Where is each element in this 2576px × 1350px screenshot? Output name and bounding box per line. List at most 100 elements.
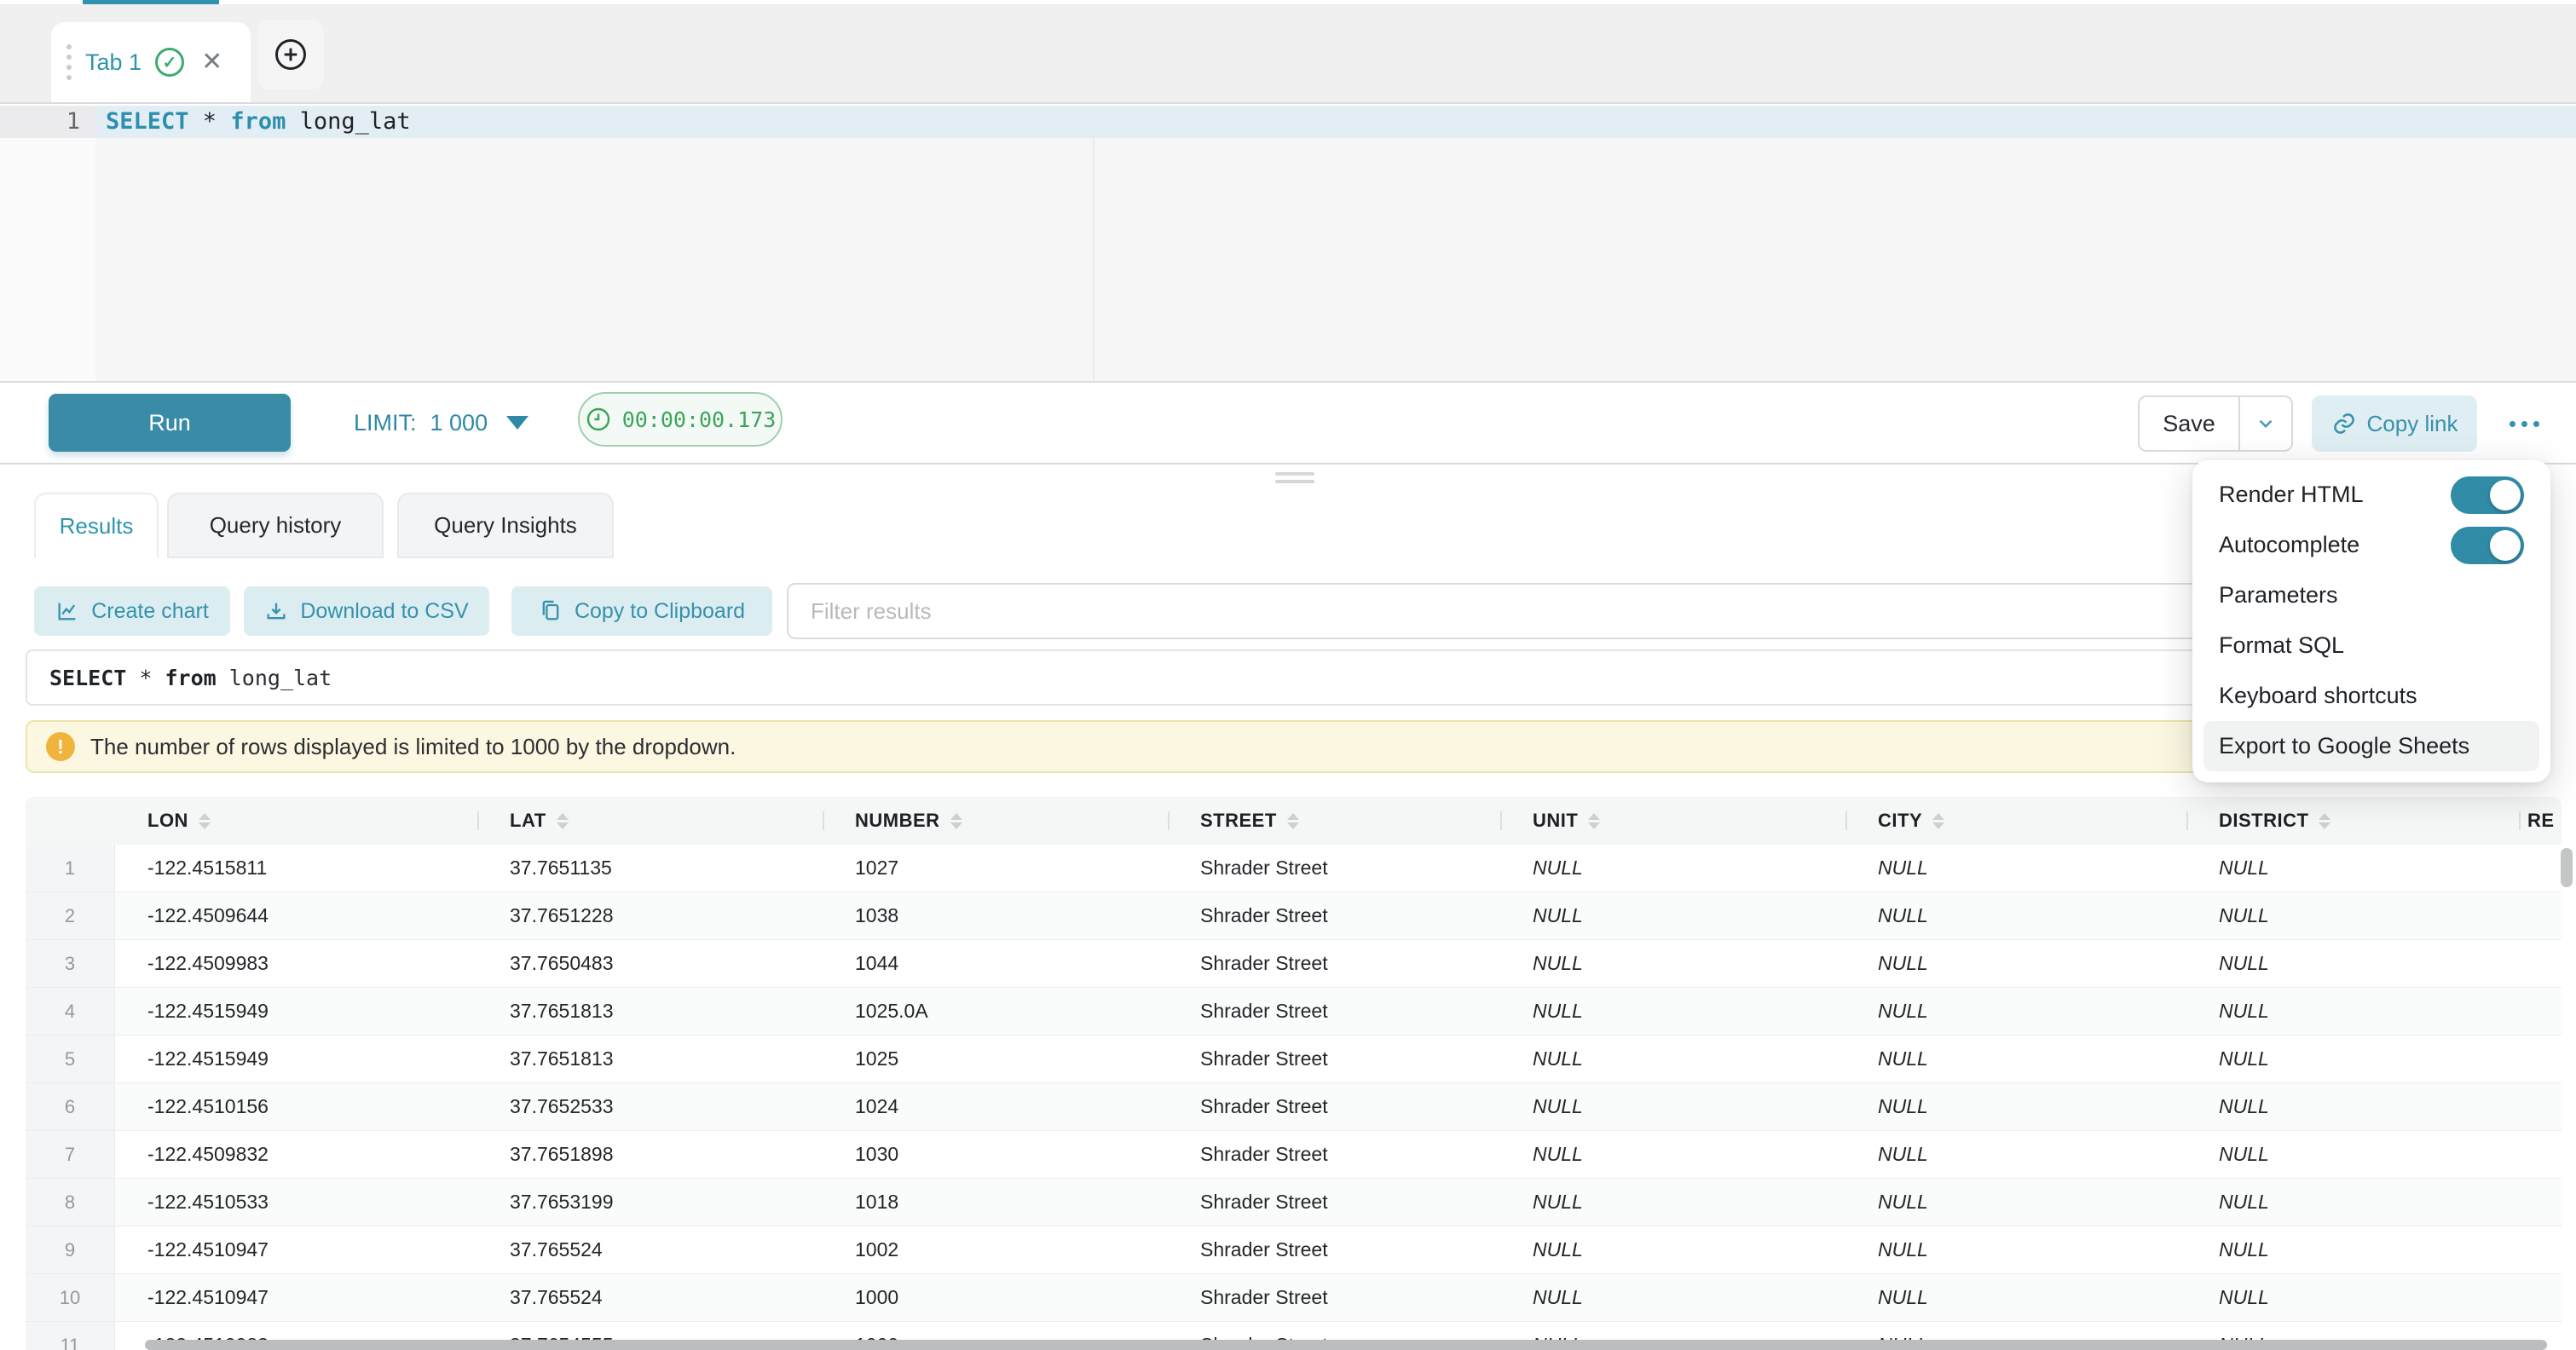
sort-icon[interactable] bbox=[950, 813, 962, 829]
run-button[interactable]: Run bbox=[49, 394, 291, 452]
sort-icon[interactable] bbox=[1588, 813, 1600, 829]
table-row[interactable]: 5-122.451594937.76518131025Shrader Stree… bbox=[26, 1036, 2562, 1083]
sql-keyword: from bbox=[230, 108, 286, 135]
sql-text: long_lat bbox=[217, 666, 332, 690]
warning-icon: ! bbox=[46, 732, 75, 761]
menu-item-keyboard-shortcuts[interactable]: Keyboard shortcuts bbox=[2203, 671, 2539, 721]
menu-item-render-html[interactable]: Render HTML bbox=[2203, 470, 2539, 520]
menu-item-label: Autocomplete bbox=[2219, 532, 2359, 558]
table-cell: NULL bbox=[2219, 1179, 2269, 1226]
close-tab-icon[interactable]: ✕ bbox=[198, 49, 226, 75]
query-tab[interactable]: Tab 1 ✓ ✕ bbox=[51, 22, 251, 102]
options-menu: Render HTML Autocomplete Parameters Format … bbox=[2192, 460, 2550, 782]
table-cell: NULL bbox=[1878, 940, 1928, 987]
column-header-unit[interactable]: UNIT bbox=[1533, 797, 1600, 845]
pane-resize-handle[interactable] bbox=[1275, 472, 1314, 488]
table-row[interactable]: 7-122.450983237.76518981030Shrader Stree… bbox=[26, 1131, 2562, 1179]
menu-item-format-sql[interactable]: Format SQL bbox=[2203, 620, 2539, 671]
sort-icon[interactable] bbox=[2319, 813, 2331, 829]
query-duration-value: 00:00:00.173 bbox=[622, 407, 777, 432]
table-cell: NULL bbox=[2219, 1083, 2269, 1130]
toggle-switch-on[interactable] bbox=[2451, 527, 2524, 564]
column-header-label: NUMBER bbox=[855, 810, 940, 832]
row-limit-banner: ! The number of rows displayed is limite… bbox=[26, 720, 2550, 773]
column-separator bbox=[2186, 811, 2188, 830]
chevron-down-icon bbox=[2255, 412, 2277, 435]
column-header-number[interactable]: NUMBER bbox=[855, 797, 962, 845]
table-cell: NULL bbox=[1533, 1179, 1583, 1226]
menu-item-autocomplete[interactable]: Autocomplete bbox=[2203, 520, 2539, 570]
table-row[interactable]: 6-122.451015637.76525331024Shrader Stree… bbox=[26, 1083, 2562, 1131]
table-cell: NULL bbox=[2219, 892, 2269, 939]
sql-editor[interactable]: 1 SELECT * from long_lat bbox=[0, 106, 2576, 381]
download-csv-button[interactable]: Download to CSV bbox=[244, 586, 489, 636]
run-toolbar: Run LIMIT: 1 000 00:00:00.173 Save Copy … bbox=[0, 383, 2576, 463]
table-row[interactable]: 8-122.451053337.76531991018Shrader Stree… bbox=[26, 1179, 2562, 1226]
column-header-re[interactable]: RE bbox=[2527, 797, 2555, 845]
sort-icon[interactable] bbox=[557, 813, 569, 829]
column-header-lat[interactable]: LAT bbox=[510, 797, 569, 845]
copy-clipboard-button[interactable]: Copy to Clipboard bbox=[511, 586, 772, 636]
drag-handle-icon[interactable] bbox=[66, 44, 72, 80]
table-cell: -122.4509644 bbox=[147, 892, 269, 939]
table-cell: 1038 bbox=[855, 892, 898, 939]
table-cell: Shrader Street bbox=[1200, 1274, 1328, 1321]
table-cell: -122.4515949 bbox=[147, 1036, 269, 1082]
table-row[interactable]: 9-122.451094737.7655241002Shrader Street… bbox=[26, 1226, 2562, 1274]
table-cell: -122.4510947 bbox=[147, 1274, 269, 1321]
toggle-switch-on[interactable] bbox=[2451, 476, 2524, 514]
table-row[interactable]: 2-122.450964437.76512281038Shrader Stree… bbox=[26, 892, 2562, 940]
row-number: 3 bbox=[26, 940, 115, 987]
limit-dropdown[interactable]: LIMIT: 1 000 bbox=[354, 394, 528, 452]
editor-line-number: 1 bbox=[0, 108, 80, 135]
vertical-scrollbar[interactable] bbox=[2561, 848, 2573, 887]
sort-icon[interactable] bbox=[1932, 813, 1944, 829]
tab-results[interactable]: Results bbox=[34, 493, 159, 558]
column-header-city[interactable]: CITY bbox=[1878, 797, 1944, 845]
more-options-button[interactable] bbox=[2496, 395, 2552, 452]
tab-query-insights[interactable]: Query Insights bbox=[397, 493, 614, 558]
table-cell: 37.7652533 bbox=[510, 1083, 614, 1130]
results-table: LONLATNUMBERSTREETUNITCITYDISTRICTRE 1-1… bbox=[26, 797, 2562, 1350]
sort-icon[interactable] bbox=[1287, 813, 1299, 829]
row-number: 10 bbox=[26, 1274, 115, 1321]
row-number: 1 bbox=[26, 845, 115, 891]
menu-item-export-to-google-sheets[interactable]: Export to Google Sheets bbox=[2203, 721, 2539, 771]
link-icon bbox=[2331, 411, 2357, 436]
table-row[interactable]: 3-122.450998337.76504831044Shrader Stree… bbox=[26, 940, 2562, 988]
horizontal-scrollbar[interactable] bbox=[145, 1340, 2547, 1350]
table-cell: NULL bbox=[1878, 988, 1928, 1035]
table-cell: NULL bbox=[1533, 940, 1583, 987]
sql-text: * bbox=[189, 108, 231, 135]
sort-icon[interactable] bbox=[199, 813, 211, 829]
caret-down-icon bbox=[506, 416, 528, 430]
table-cell: Shrader Street bbox=[1200, 845, 1328, 891]
limit-value: 1 000 bbox=[430, 410, 488, 436]
clipboard-icon bbox=[539, 599, 563, 623]
editor-code-line[interactable]: SELECT * from long_lat bbox=[106, 108, 411, 135]
table-cell: Shrader Street bbox=[1200, 988, 1328, 1035]
row-number: 6 bbox=[26, 1083, 115, 1130]
table-row[interactable]: 4-122.451594937.76518131025.0AShrader St… bbox=[26, 988, 2562, 1036]
download-icon bbox=[264, 599, 288, 623]
menu-item-parameters[interactable]: Parameters bbox=[2203, 570, 2539, 620]
new-tab-button[interactable] bbox=[257, 20, 324, 89]
copy-link-button[interactable]: Copy link bbox=[2312, 395, 2477, 452]
column-header-district[interactable]: DISTRICT bbox=[2219, 797, 2331, 845]
column-separator bbox=[823, 811, 824, 830]
table-cell: Shrader Street bbox=[1200, 1036, 1328, 1082]
table-cell: NULL bbox=[2219, 1036, 2269, 1082]
query-duration-badge: 00:00:00.173 bbox=[578, 392, 783, 447]
table-cell: 37.7651813 bbox=[510, 1036, 614, 1082]
column-header-label: DISTRICT bbox=[2219, 810, 2308, 832]
save-button[interactable]: Save bbox=[2140, 397, 2240, 450]
table-row[interactable]: 1-122.451581137.76511351027Shrader Stree… bbox=[26, 845, 2562, 892]
save-options-button[interactable] bbox=[2240, 397, 2291, 450]
table-cell: NULL bbox=[1533, 1274, 1583, 1321]
column-header-street[interactable]: STREET bbox=[1200, 797, 1299, 845]
create-chart-button[interactable]: Create chart bbox=[34, 586, 230, 636]
menu-item-label: Parameters bbox=[2219, 582, 2338, 609]
table-row[interactable]: 10-122.451094737.7655241000Shrader Stree… bbox=[26, 1274, 2562, 1322]
column-header-lon[interactable]: LON bbox=[147, 797, 211, 845]
tab-query-history[interactable]: Query history bbox=[167, 493, 384, 558]
